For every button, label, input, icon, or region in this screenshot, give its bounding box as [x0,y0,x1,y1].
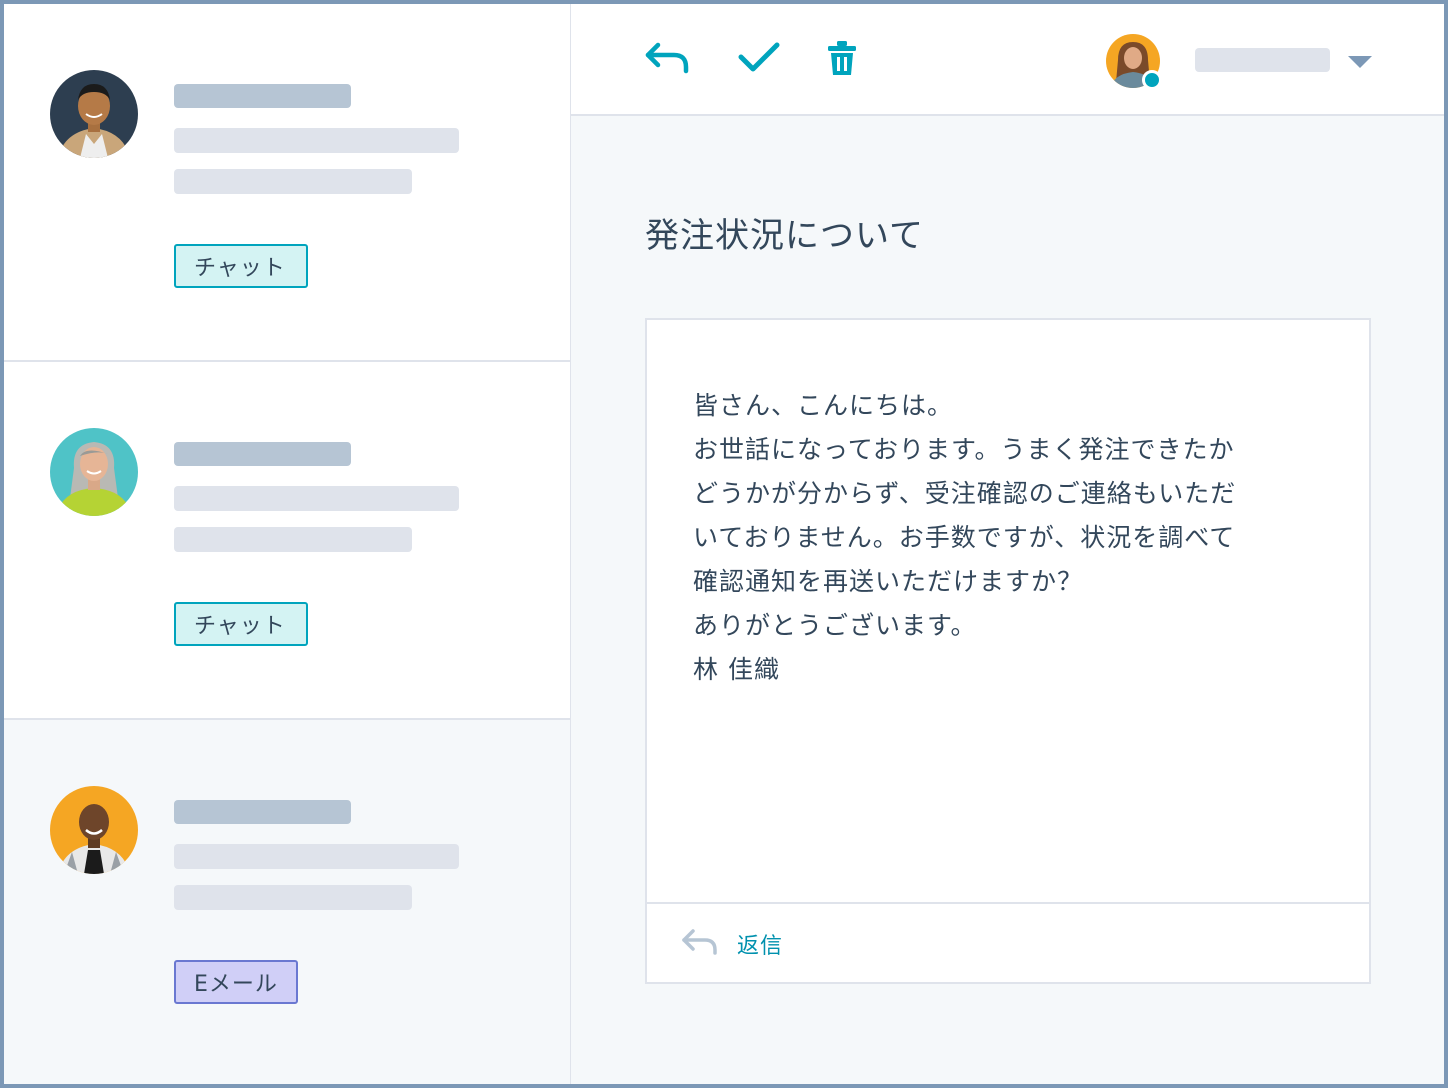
chevron-down-icon [1347,54,1373,73]
owner-dropdown-toggle[interactable] [1347,54,1373,73]
delete-button[interactable] [816,38,868,82]
message-card: 皆さん、こんにちは。 お世話になっております。うまく発注できたか どうかが分から… [645,318,1371,984]
conversation-item-selected[interactable]: Eメール [4,720,570,1084]
owner-name-placeholder [1195,48,1330,72]
message-body: 皆さん、こんにちは。 お世話になっております。うまく発注できたか どうかが分から… [693,384,1313,692]
reply-icon [644,41,690,79]
contact-name-placeholder [174,800,351,824]
preview-line-placeholder [174,169,412,194]
app-window: チャット チャット Eメール 発注状況について 皆さん、こんにちは。 お世話にな… [0,0,1448,1088]
message-footer: 返信 [647,902,1369,982]
avatar [50,428,138,516]
message-subject: 発注状況について [645,216,924,256]
preview-line-placeholder [174,844,459,869]
reply-link-label: 返信 [737,934,784,959]
online-status-indicator [1142,70,1162,90]
preview-line-placeholder [174,885,412,910]
conversation-item[interactable]: チャット [4,362,570,720]
reply-button[interactable] [641,38,693,82]
message-line: いておりません。お手数ですが、状況を調べて [693,523,1236,552]
message-pane: 発注状況について 皆さん、こんにちは。 お世話になっております。うまく発注できた… [571,4,1444,1084]
message-line: 皆さん、こんにちは。 [693,391,954,420]
mark-done-button[interactable] [733,38,785,82]
contact-name-placeholder [174,84,351,108]
contact-name-placeholder [174,442,351,466]
preview-line-placeholder [174,527,412,552]
reply-link[interactable]: 返信 [681,926,783,962]
check-icon [737,41,781,79]
message-line: 確認通知を再送いただけますか？ [693,567,1084,596]
channel-tag-chat: チャット [174,244,308,288]
message-signature: 林 佳織 [693,655,780,684]
conversation-list: チャット チャット Eメール [4,4,571,1084]
trash-icon [827,40,857,80]
preview-line-placeholder [174,128,459,153]
message-line: ありがとうございます。 [693,611,977,640]
reply-icon [681,928,719,960]
assigned-owner-avatar[interactable] [1106,34,1162,90]
avatar [50,786,138,874]
channel-tag-email: Eメール [174,960,298,1004]
preview-line-placeholder [174,486,459,511]
channel-tag-chat: チャット [174,602,308,646]
message-line: どうかが分からず、受注確認のご連絡もいただ [693,479,1237,508]
avatar [50,70,138,158]
conversation-item[interactable]: チャット [4,4,570,362]
message-toolbar [571,4,1444,116]
message-line: お世話になっております。うまく発注できたか [693,435,1235,464]
